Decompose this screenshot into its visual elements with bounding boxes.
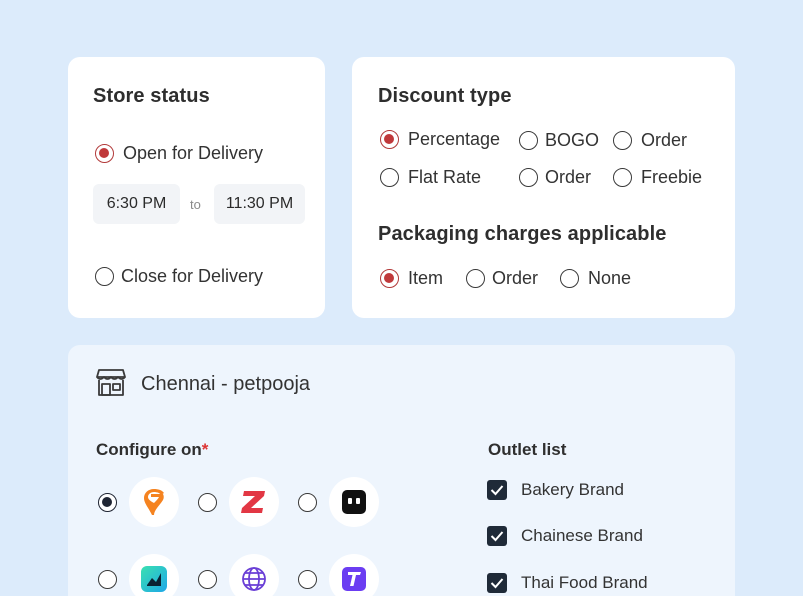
discount-option-bogo[interactable]: BOGO	[519, 130, 599, 151]
packaging-option-item[interactable]: Item	[380, 268, 443, 289]
packaging-order-label: Order	[492, 268, 539, 288]
order-radio[interactable]	[613, 131, 632, 150]
store-name: Chennai - petpooja	[141, 373, 311, 395]
brand-thai-food[interactable]: Thai Food Brand	[487, 573, 648, 593]
brand-chainese[interactable]: Chainese Brand	[487, 526, 643, 546]
discount-option-percentage[interactable]: Percentage	[380, 129, 500, 150]
bogo-radio[interactable]	[519, 131, 538, 150]
platform-swiggy[interactable]	[98, 477, 179, 527]
packaging-option-order[interactable]: Order	[466, 268, 538, 289]
required-mark: *	[201, 440, 209, 459]
store-icon	[95, 367, 127, 402]
close-for-delivery-option[interactable]: Close for Delivery	[95, 266, 263, 287]
from-time-input[interactable]: 6:30 PM	[93, 184, 180, 224]
item-radio[interactable]	[380, 269, 399, 288]
bakery-checkbox[interactable]	[487, 480, 507, 500]
t-app-icon	[329, 554, 379, 596]
bogo-label: BOGO	[545, 130, 600, 150]
zomato-icon	[229, 477, 279, 527]
close-for-delivery-radio[interactable]	[95, 267, 114, 286]
platform-chart-app[interactable]	[98, 554, 179, 596]
configure-on-label: Configure on*	[96, 440, 208, 460]
globe-radio[interactable]	[198, 569, 217, 589]
platform-t-app[interactable]	[298, 554, 379, 596]
outlet-list-label: Outlet list	[488, 440, 567, 459]
swiggy-radio[interactable]	[98, 492, 117, 512]
platform-zomato[interactable]	[198, 477, 279, 527]
open-for-delivery-option[interactable]: Open for Delivery	[95, 143, 263, 164]
percentage-radio[interactable]	[380, 130, 399, 149]
discount-option-freebie[interactable]: Freebie	[613, 167, 702, 188]
discount-option-order[interactable]: Order	[613, 130, 687, 151]
percentage-label: Percentage	[408, 129, 501, 149]
to-time-input[interactable]: 11:30 PM	[214, 184, 305, 224]
store-header: Chennai - petpooja	[95, 367, 310, 402]
globe-icon	[229, 554, 279, 596]
order-2-label: Order	[545, 167, 592, 187]
zomato-radio[interactable]	[198, 492, 217, 512]
configure-on-text: Configure on	[96, 440, 202, 459]
freebie-radio[interactable]	[613, 168, 632, 187]
freebie-label: Freebie	[641, 167, 703, 187]
none-label: None	[588, 268, 632, 288]
chainese-label: Chainese Brand	[521, 526, 643, 545]
flat-rate-radio[interactable]	[380, 168, 399, 187]
packaging-order-radio[interactable]	[466, 269, 485, 288]
item-label: Item	[408, 268, 444, 288]
robot-app-radio[interactable]	[298, 492, 317, 512]
store-status-title: Store status	[93, 85, 210, 107]
robot-app-icon	[329, 477, 379, 527]
brand-bakery[interactable]: Bakery Brand	[487, 480, 624, 500]
chart-app-radio[interactable]	[98, 569, 117, 589]
discount-option-flat-rate[interactable]: Flat Rate	[380, 167, 481, 188]
open-for-delivery-label: Open for Delivery	[123, 143, 264, 163]
thai-food-checkbox[interactable]	[487, 573, 507, 593]
bakery-label: Bakery Brand	[521, 480, 624, 499]
thai-food-label: Thai Food Brand	[521, 573, 648, 592]
discount-type-title: Discount type	[378, 85, 512, 107]
packaging-charges-title: Packaging charges applicable	[378, 223, 667, 245]
chart-app-icon	[129, 554, 179, 596]
platform-globe[interactable]	[198, 554, 279, 596]
close-for-delivery-label: Close for Delivery	[121, 266, 264, 286]
platform-robot-app[interactable]	[298, 477, 379, 527]
order-label: Order	[641, 130, 688, 150]
open-for-delivery-radio[interactable]	[95, 144, 114, 163]
chainese-checkbox[interactable]	[487, 526, 507, 546]
t-app-radio[interactable]	[298, 569, 317, 589]
packaging-option-none[interactable]: None	[560, 268, 631, 289]
order-2-radio[interactable]	[519, 168, 538, 187]
to-label: to	[190, 197, 201, 212]
flat-rate-label: Flat Rate	[408, 167, 482, 187]
discount-option-order-2[interactable]: Order	[519, 167, 591, 188]
none-radio[interactable]	[560, 269, 579, 288]
swiggy-icon	[129, 477, 179, 527]
